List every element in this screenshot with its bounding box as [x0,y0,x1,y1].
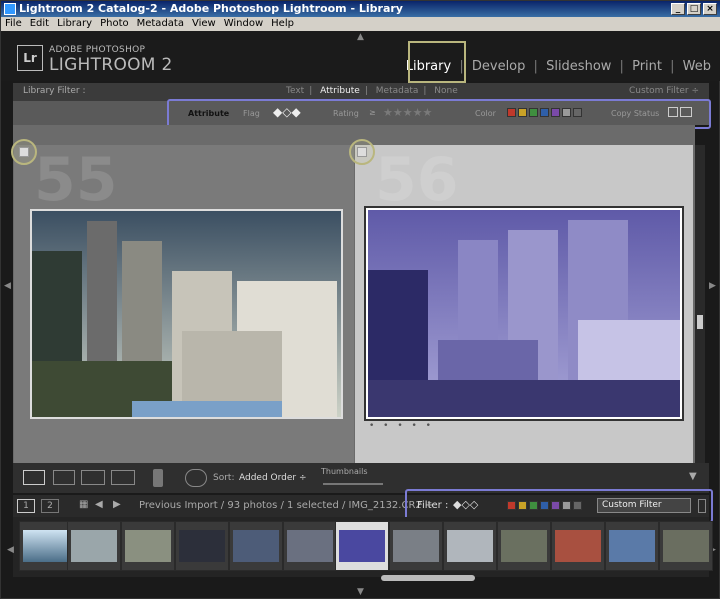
source-path[interactable]: Previous Import / 93 photos / 1 selected… [139,500,433,511]
toolbar-menu-icon[interactable]: ▼ [689,471,697,482]
thumbnail-size-slider[interactable] [323,483,383,485]
filmstrip-thumbnail[interactable] [229,521,283,571]
flag-highlight [349,139,375,165]
filmstrip-thumbnail[interactable] [67,521,121,571]
cell-number: 56 [375,145,459,215]
app-window: Lightroom 2 Catalog-2 - Adobe Photoshop … [0,0,720,599]
module-develop[interactable]: Develop [472,59,526,74]
left-panel-toggle-icon[interactable]: ◀ [4,281,11,291]
filmstrip-thumbnail[interactable] [443,521,497,571]
grid-scrollbar[interactable] [695,145,705,463]
sort-direction-icon[interactable] [185,469,207,487]
menu-help[interactable]: Help [267,17,298,30]
compare-view-icon[interactable] [81,470,105,485]
thumbnails-label: Thumbnails [321,467,368,476]
menu-metadata[interactable]: Metadata [133,17,188,30]
sort-select[interactable]: Added Order ÷ [239,473,307,483]
filmstrip-scrollbar[interactable] [381,575,475,581]
grid-icon[interactable]: ▦ [79,499,88,510]
brand-line2: LIGHTROOM 2 [49,55,173,75]
menu-library[interactable]: Library [53,17,96,30]
secondary-window-1-button[interactable]: 1 [17,499,35,513]
menu-bar: File Edit Library Photo Metadata View Window He… [1,17,720,31]
module-slideshow[interactable]: Slideshow [546,59,611,74]
flag-icon[interactable] [357,147,367,157]
filmstrip-thumbnail[interactable] [389,521,443,571]
app-icon [4,3,16,15]
filmstrip-thumbnail[interactable] [283,521,337,571]
city-photo-image [368,210,680,417]
filmstrip-left-icon[interactable]: ◀ [7,545,14,555]
filmstrip-thumbnail[interactable] [551,521,605,571]
maximize-button[interactable]: □ [687,3,701,15]
filmstrip-thumbnail[interactable] [497,521,551,571]
filter-none-tab[interactable]: None [434,86,457,96]
loupe-view-icon[interactable] [53,470,75,485]
filter-text-tab[interactable]: Text [286,86,304,96]
survey-view-icon[interactable] [111,470,135,485]
module-separator: | [619,59,624,74]
forward-arrow-icon[interactable]: ▶ [113,499,121,510]
flag-highlight [11,139,37,165]
filter-metadata-tab[interactable]: Metadata [376,86,419,96]
grid-scroll-thumb[interactable] [697,315,703,329]
lightroom-logo: Lr [17,45,43,71]
menu-file[interactable]: File [1,17,26,30]
module-web[interactable]: Web [683,59,711,74]
grid-view-icon[interactable] [23,470,45,485]
photo-thumbnail-selected[interactable] [364,206,684,421]
filmstrip-thumbnail[interactable] [175,521,229,571]
filmstrip-thumbnail-selected[interactable] [335,521,389,571]
window-title: Lightroom 2 Catalog-2 - Adobe Photoshop … [19,2,403,15]
module-separator: | [670,59,675,74]
menu-view[interactable]: View [188,17,220,30]
secondary-window-2-button[interactable]: 2 [41,499,59,513]
minimize-button[interactable]: _ [671,3,685,15]
module-separator: | [533,59,538,74]
brand-line1: ADOBE PHOTOSHOP [49,45,146,55]
filter-attribute-tab[interactable]: Attribute [320,86,360,96]
right-panel-toggle-icon[interactable]: ▶ [709,281,716,291]
photo-thumbnail[interactable] [30,209,343,419]
custom-filter-select[interactable]: Custom Filter ÷ [629,86,699,96]
collapse-bottom-icon[interactable]: ▼ [357,587,364,597]
title-bar: Lightroom 2 Catalog-2 - Adobe Photoshop … [1,1,720,17]
cell-number: 55 [34,145,118,215]
cell-dots: • • • • • [369,421,434,431]
close-button[interactable]: × [703,3,717,15]
menu-edit[interactable]: Edit [26,17,53,30]
filmstrip-thumbnail[interactable] [605,521,659,571]
menu-window[interactable]: Window [220,17,267,30]
sort-label: Sort: [213,473,235,483]
collapse-top-icon[interactable]: ▲ [357,32,364,42]
back-arrow-icon[interactable]: ◀ [95,499,103,510]
menu-photo[interactable]: Photo [96,17,133,30]
flag-icon[interactable] [19,147,29,157]
painter-icon[interactable] [153,469,163,487]
filmstrip-thumbnail[interactable] [659,521,713,571]
filter-options: Text | Attribute | Metadata | None [286,86,458,96]
module-print[interactable]: Print [632,59,662,74]
library-filter-label: Library Filter : [23,86,86,96]
filmstrip-thumbnail[interactable] [19,521,73,571]
library-highlight [408,41,466,83]
city-photo-image [32,211,341,417]
filmstrip-thumbnail[interactable] [121,521,175,571]
